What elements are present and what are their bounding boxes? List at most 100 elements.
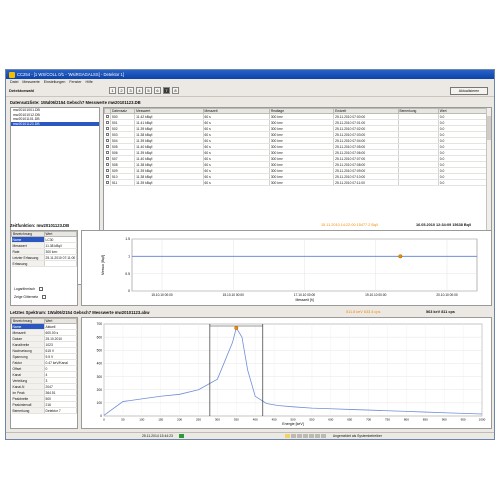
x-tick-label: 500	[290, 418, 295, 422]
menu-fenster[interactable]: Fenster	[69, 80, 81, 84]
window-title: CC254 - [1 WS/COLL 0/1 - 'WsiRGAGALSS] -…	[17, 72, 124, 77]
x-tick-label: 650	[347, 418, 352, 422]
timeseries-right-info: 16.05.2010 12:34:09 15638 Bq/l	[416, 223, 472, 227]
spectrum-right-info: 563 keV 811 cps	[426, 310, 455, 314]
table-cell	[398, 179, 439, 186]
title-bar: CC254 - [1 WS/COLL 0/1 - 'WsiRGAGALSS] -…	[6, 70, 494, 79]
x-tick-label: 800	[404, 418, 409, 422]
y-axis-label: Messw. [Bq/l]	[101, 255, 105, 275]
y-tick-label: 200	[97, 388, 103, 392]
x-tick-label: 15.10.10 00:00	[223, 293, 244, 297]
detector-tab-3[interactable]: 3	[127, 87, 134, 94]
status-indicator-icon	[302, 433, 308, 438]
menu-datei[interactable]: Datei	[10, 80, 18, 84]
x-tick-label: 950	[461, 418, 466, 422]
y-tick-label: 400	[97, 362, 103, 366]
detector-tab-1[interactable]: 1	[109, 87, 116, 94]
property-name: Bemerkung	[11, 407, 45, 414]
toolbar: Detektorwahl 1 2 3 4 5 6 7 8 Aktualisier…	[6, 85, 494, 97]
detector-tab-7[interactable]: 7	[163, 87, 170, 94]
grid-checkbox-row[interactable]: Zeige Gitternetz	[14, 295, 47, 300]
spectrum-chart[interactable]: 70060050040030020010000 50 100 150 200 250 300…	[82, 318, 492, 429]
property-value	[44, 260, 77, 267]
x-tick-label: 900	[442, 418, 447, 422]
table-cell: 25.11.2010 07:11:00	[333, 179, 399, 186]
app-window: CC254 - [1 WS/COLL 0/1 - 'WsiRGAGALSS] -…	[5, 69, 495, 440]
x-tick-label: 700	[366, 418, 371, 422]
x-tick-label: 850	[423, 418, 428, 422]
dataset-file-item[interactable]: mw20101123.DB	[11, 121, 99, 126]
detector-tab-5[interactable]: 5	[145, 87, 152, 94]
status-indicator-icon	[296, 433, 302, 438]
x-axis-label: Energie [keV]	[282, 422, 304, 426]
grid-checkbox[interactable]	[42, 295, 47, 300]
spectrum-chart-panel: 700 600 500 400 300 200 100 0 0 50 100 150 200 250 300…	[81, 317, 492, 429]
y-tick-label: 1.5	[125, 237, 130, 241]
x-tick-label: 100	[139, 418, 144, 422]
property-row[interactable]: Bemerkung Detektor 7	[11, 407, 77, 414]
status-indicator-icon	[290, 433, 296, 438]
x-tick-label: 350	[234, 418, 239, 422]
y-tick-label: 0	[128, 289, 130, 293]
timeseries-chart-panel: 1.5 1 0.5 0 15.10.10 00:00 15.10.10 00:00 17.1…	[81, 230, 492, 306]
spectrum-orange-info: 511.8 keV 633.4 cps	[346, 310, 381, 314]
detector-select-label: Detektorwahl	[9, 88, 35, 93]
timeseries-orange-info: 15.11.2010 14:22:00 15477.2 Bq/l	[321, 223, 378, 227]
log-checkbox-row[interactable]: Logarithmisch	[14, 287, 44, 292]
menu-hilfe[interactable]: Hilfe	[86, 80, 93, 84]
status-bar: 25.11.2014 13:44:23 Angemeldet als Syste…	[6, 432, 494, 439]
log-checkbox[interactable]	[39, 287, 44, 292]
status-user-text: Angemeldet als Systembetreiber	[332, 434, 382, 438]
property-name: Erfassung	[11, 260, 45, 267]
peak-marker	[234, 325, 239, 330]
status-indicator-icon	[320, 433, 326, 438]
menu-einstellungen[interactable]: Einstellungen	[44, 80, 66, 84]
table-cell: 300 km³	[269, 179, 335, 186]
timeseries-section-title: Zeitfunktion: mw20101123.DB	[10, 223, 70, 228]
x-tick-label: 19.10.10 00:00	[365, 293, 386, 297]
x-tick-label: 600	[328, 418, 333, 422]
y-tick-label: 0.5	[125, 272, 130, 276]
status-warn-indicator-icon	[284, 433, 290, 438]
x-tick-label: 20.10.10 00:00	[436, 293, 457, 297]
x-tick-label: 0	[103, 418, 105, 422]
x-tick-label: 250	[196, 418, 201, 422]
log-checkbox-label: Logarithmisch	[14, 287, 36, 291]
x-tick-label: 400	[253, 418, 258, 422]
detector-tab-8[interactable]: 8	[172, 87, 179, 94]
status-indicator-icon	[308, 433, 314, 438]
x-tick-label: 200	[177, 418, 182, 422]
detector-tab-2[interactable]: 2	[118, 87, 125, 94]
y-tick-label: 0	[100, 414, 102, 418]
y-tick-label: 500	[97, 348, 103, 352]
x-tick-label: 550	[309, 418, 314, 422]
timeseries-chart[interactable]: 1.5 1 0.5 0 15.10.10 00:00 15.10.10 00:00 17.1…	[82, 231, 492, 306]
y-tick-label: 600	[97, 335, 103, 339]
spectrum-properties: Bezeichnung Wert Name Aktuell Messzeit 600.0…	[10, 317, 78, 429]
update-button[interactable]: Aktualisieren	[450, 87, 488, 95]
scroll-thumb[interactable]	[487, 116, 491, 140]
timeseries-properties: Bezeichnung Wert Name LC30 Messwert 11.38 kB…	[10, 230, 78, 306]
menu-messwerte[interactable]: Messwerte	[22, 80, 39, 84]
x-tick-label: 450	[272, 418, 277, 422]
status-indicator-row	[284, 433, 327, 439]
spectrum-section-title: Letztes Spektrum: 1Wal06/2154 Gebsch7 Me…	[10, 310, 150, 315]
y-tick-label: 300	[97, 375, 103, 379]
status-indicator-icon	[314, 433, 320, 438]
detector-tab-6[interactable]: 6	[154, 87, 161, 94]
dataset-table: Datensatz Messwert Messzeit Realtage Endzeit…	[104, 108, 491, 186]
x-tick-label: 15.10.10 00:00	[151, 293, 172, 297]
table-cell: 0.0	[438, 179, 491, 186]
x-tick-label: 750	[385, 418, 390, 422]
x-tick-label: 150	[158, 418, 163, 422]
y-tick-label: 100	[97, 401, 103, 405]
property-row[interactable]: Erfassung	[11, 260, 77, 267]
detector-tab-4[interactable]: 4	[136, 87, 143, 94]
x-axis-label: Messzeit [h]	[295, 298, 313, 302]
status-ok-indicator-icon	[178, 434, 184, 438]
dataset-section-title: Datensatzliste: 1Wal06/2154 Gebsch7 Mess…	[10, 100, 141, 105]
table-row[interactable]: 511 11.39 kBq/l 60 s 300 km³ 25.11.2010 07:1…	[104, 179, 491, 186]
x-tick-label: 50	[121, 418, 125, 422]
grid-checkbox-label: Zeige Gitternetz	[14, 295, 39, 299]
property-value: Detektor 7	[44, 407, 77, 414]
